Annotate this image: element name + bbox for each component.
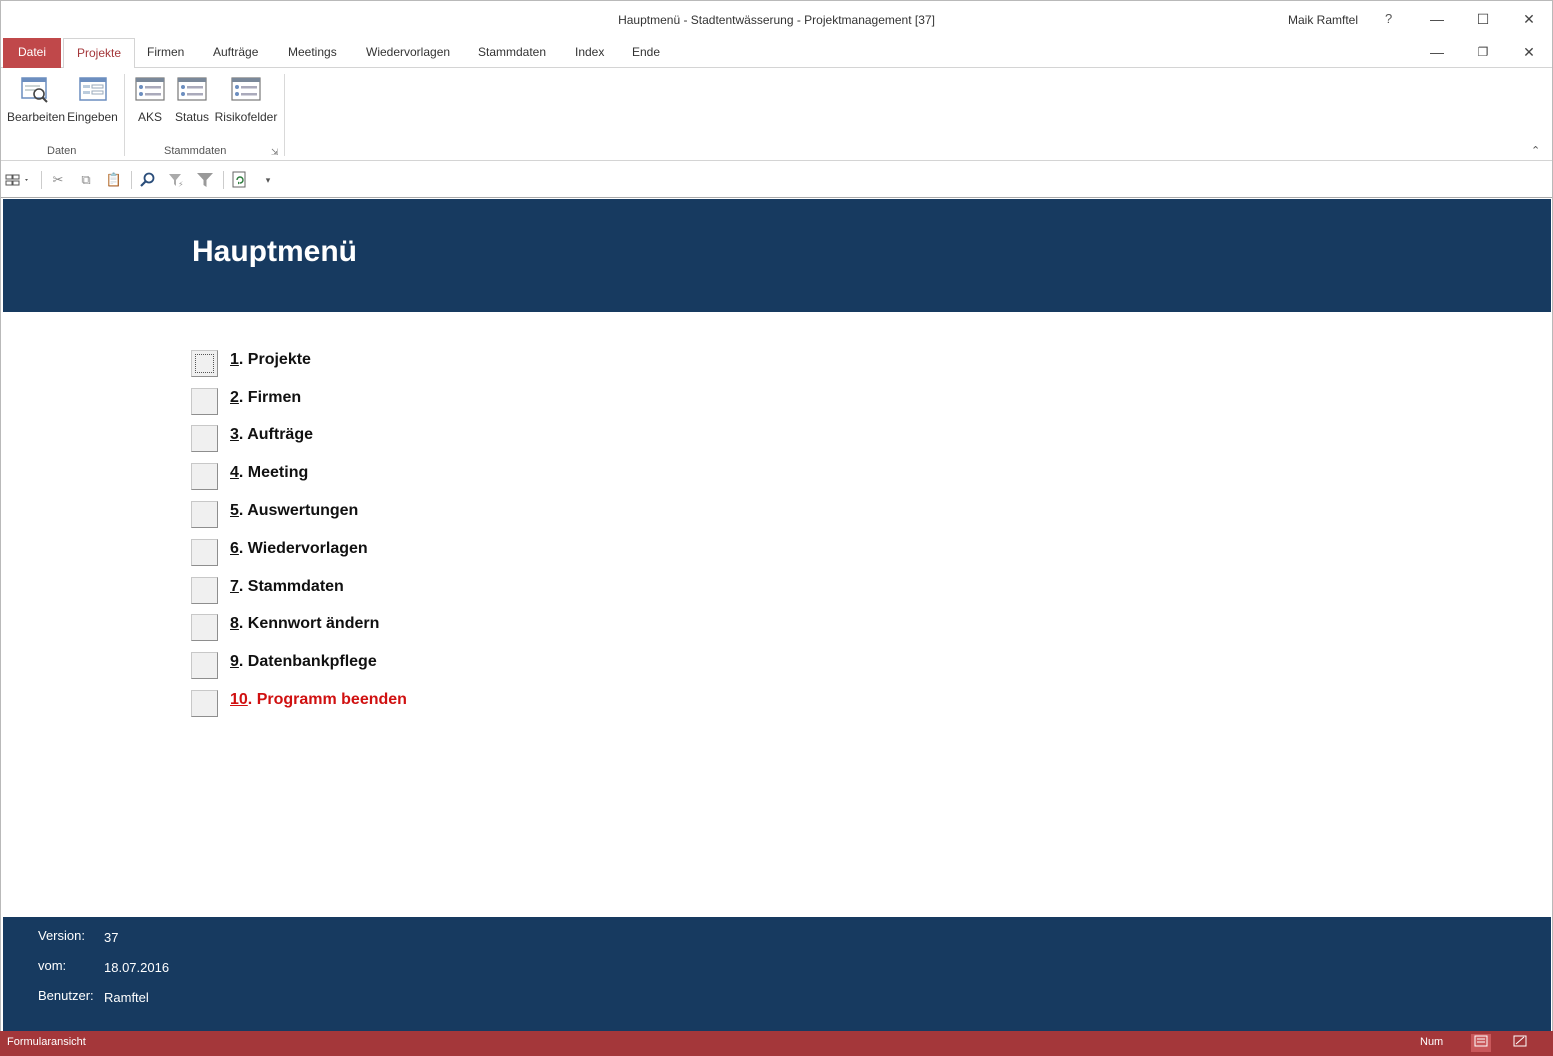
title-bar: Hauptmenü - Stadtentwässerung - Projektm… bbox=[1, 1, 1552, 37]
menu-button-datenbankpflege[interactable] bbox=[191, 652, 218, 679]
menu-button-firmen[interactable] bbox=[191, 388, 218, 415]
doc-close-icon[interactable]: ✕ bbox=[1514, 41, 1544, 63]
customize-toolbar-icon[interactable]: ▾ bbox=[259, 171, 277, 189]
menu-label-wiedervorlagen: 6. Wiedervorlagen bbox=[230, 540, 368, 557]
menu-label-datenbankpflege: 9. Datenbankpflege bbox=[230, 653, 377, 670]
tab-meetings[interactable]: Meetings bbox=[275, 38, 350, 68]
group-label-stammdaten: Stammdaten bbox=[164, 145, 227, 157]
menu-button-auftraege[interactable] bbox=[191, 425, 218, 452]
menu-label-auswertungen: 5. Auswertungen bbox=[230, 502, 359, 519]
menu-button-wiedervorlagen[interactable] bbox=[191, 539, 218, 566]
menu-label-stammdaten: 7. Stammdaten bbox=[230, 578, 344, 595]
tab-index[interactable]: Index bbox=[562, 38, 617, 68]
version-label: Version: bbox=[38, 928, 85, 943]
view-switch-icon[interactable] bbox=[5, 171, 31, 189]
toolbar-separator bbox=[223, 171, 224, 189]
paste-icon[interactable]: 📋 bbox=[105, 171, 123, 189]
risikofelder-button[interactable]: Risikofelder bbox=[214, 76, 278, 124]
menu-button-auswertungen[interactable] bbox=[191, 501, 218, 528]
menu-label-meeting: 4. Meeting bbox=[230, 464, 309, 481]
filter-icon[interactable] bbox=[196, 171, 214, 189]
aks-label: AKS bbox=[137, 110, 162, 124]
group-separator bbox=[284, 74, 285, 156]
bearbeiten-button[interactable]: Bearbeiten bbox=[7, 76, 66, 124]
menu-button-programm-beenden[interactable] bbox=[191, 690, 218, 717]
menu-button-projekte[interactable] bbox=[191, 350, 218, 377]
form-header: Hauptmenü bbox=[3, 199, 1551, 312]
tab-ende[interactable]: Ende bbox=[619, 38, 673, 68]
menu-label-programm-beenden: 10. Programm beenden bbox=[230, 691, 407, 708]
menu-button-stammdaten[interactable] bbox=[191, 577, 218, 604]
risikofelder-label: Risikofelder bbox=[214, 110, 278, 124]
tab-datei[interactable]: Datei bbox=[3, 38, 61, 68]
aks-button[interactable]: AKS bbox=[134, 76, 166, 124]
view-status: Formularansicht bbox=[7, 1036, 86, 1048]
copy-icon[interactable]: ⧉ bbox=[77, 171, 95, 189]
user-name[interactable]: Maik Ramftel bbox=[1288, 13, 1358, 27]
form-entry-icon bbox=[78, 76, 108, 104]
minimize-icon[interactable]: — bbox=[1422, 8, 1452, 30]
eingeben-button[interactable]: Eingeben bbox=[67, 76, 118, 124]
main-menu-form: Hauptmenü 1. Projekte 2. Firmen 3. Auftr… bbox=[3, 199, 1551, 1031]
status-bar: Formularansicht Num bbox=[0, 1031, 1553, 1056]
status-button[interactable]: Status bbox=[173, 76, 211, 124]
date-label: vom: bbox=[38, 958, 67, 973]
tab-firmen[interactable]: Firmen bbox=[134, 38, 197, 68]
list-form-icon bbox=[231, 76, 261, 104]
form-search-icon bbox=[20, 76, 50, 104]
tab-auftraege[interactable]: Aufträge bbox=[200, 38, 271, 68]
svg-text:⚡: ⚡ bbox=[178, 180, 184, 189]
list-form-icon bbox=[135, 76, 165, 104]
user-label: Benutzer: bbox=[38, 988, 94, 1003]
find-icon[interactable] bbox=[139, 171, 157, 189]
dialog-launcher-icon[interactable]: ⇲ bbox=[271, 147, 279, 158]
refresh-icon[interactable] bbox=[231, 171, 249, 189]
ribbon-tabs: Datei Projekte Firmen Aufträge Meetings … bbox=[1, 38, 1552, 69]
num-lock-indicator: Num bbox=[1420, 1036, 1444, 1048]
status-label: Status bbox=[174, 110, 210, 124]
menu-button-meeting[interactable] bbox=[191, 463, 218, 490]
page-title: Hauptmenü bbox=[192, 235, 357, 268]
date-value: 18.07.2016 bbox=[104, 960, 170, 975]
tab-wiedervorlagen[interactable]: Wiedervorlagen bbox=[353, 38, 463, 68]
toolbar-separator bbox=[41, 171, 42, 189]
user-value: Ramftel bbox=[104, 990, 149, 1005]
quick-access-toolbar: ✂ ⧉ 📋 ⚡ ▾ bbox=[1, 162, 1552, 198]
menu-button-kennwort[interactable] bbox=[191, 614, 218, 641]
maximize-icon[interactable]: ☐ bbox=[1468, 8, 1498, 30]
menu-label-projekte: 1. Projekte bbox=[230, 351, 311, 368]
list-form-icon bbox=[177, 76, 207, 104]
form-view-icon[interactable] bbox=[1471, 1034, 1491, 1052]
menu-label-kennwort: 8. Kennwort ändern bbox=[230, 615, 380, 632]
tab-projekte[interactable]: Projekte bbox=[63, 38, 136, 69]
tab-stammdaten[interactable]: Stammdaten bbox=[465, 38, 559, 68]
cut-icon[interactable]: ✂ bbox=[49, 171, 67, 189]
menu-label-auftraege: 3. Aufträge bbox=[230, 426, 313, 443]
bearbeiten-label: Bearbeiten bbox=[7, 110, 66, 124]
filter-selection-icon[interactable]: ⚡ bbox=[167, 171, 185, 189]
collapse-ribbon-icon[interactable]: ⌃ bbox=[1531, 144, 1540, 157]
version-value: 37 bbox=[104, 930, 119, 945]
menu-label-firmen: 2. Firmen bbox=[230, 389, 302, 406]
ribbon: Bearbeiten Eingeben Daten AKS Status Ris… bbox=[1, 68, 1552, 161]
form-footer: Version: 37 vom: 18.07.2016 Benutzer: Ra… bbox=[3, 917, 1551, 1031]
doc-restore-icon[interactable]: ❐ bbox=[1468, 41, 1498, 63]
group-separator bbox=[124, 74, 125, 156]
close-icon[interactable]: ✕ bbox=[1514, 8, 1544, 30]
doc-minimize-icon[interactable]: — bbox=[1422, 41, 1452, 63]
app-window: Hauptmenü - Stadtentwässerung - Projektm… bbox=[0, 0, 1553, 1056]
help-button[interactable]: ? bbox=[1385, 11, 1392, 26]
eingeben-label: Eingeben bbox=[67, 110, 118, 124]
design-view-icon[interactable] bbox=[1510, 1034, 1530, 1052]
group-label-daten: Daten bbox=[47, 145, 77, 157]
toolbar-separator bbox=[131, 171, 132, 189]
